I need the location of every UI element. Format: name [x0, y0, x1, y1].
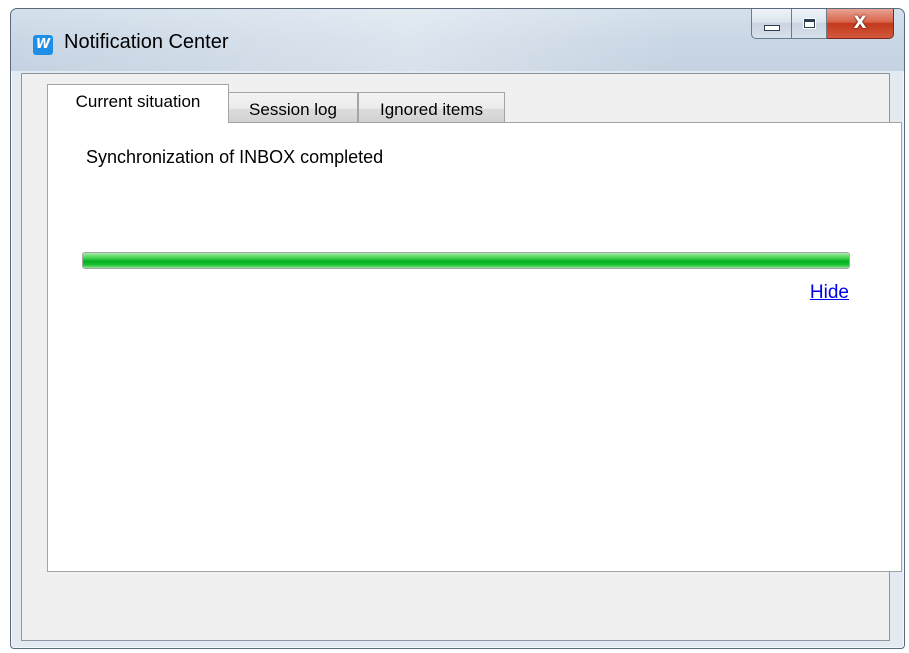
tab-session-log[interactable]: Session log [228, 92, 358, 124]
sync-progress-fill [83, 253, 849, 268]
window-title: Notification Center [64, 31, 229, 53]
current-situation-panel: Synchronization of INBOX completed Hide [47, 122, 902, 572]
app-w-icon: W [33, 35, 53, 55]
close-icon: X [853, 13, 867, 33]
title-bar[interactable]: W Notification Center X [11, 9, 904, 71]
maximize-button[interactable] [791, 9, 827, 39]
minimize-icon [763, 24, 780, 31]
tab-ignored-items[interactable]: Ignored items [358, 92, 505, 124]
sync-status-text: Synchronization of INBOX completed [86, 147, 384, 167]
maximize-icon [802, 18, 816, 29]
close-button[interactable]: X [827, 9, 894, 39]
minimize-button[interactable] [751, 9, 791, 39]
client-area: Current situation Session log Ignored it… [21, 73, 902, 641]
tab-current-situation[interactable]: Current situation [47, 84, 229, 123]
notification-center-window: W Notification Center X Current situatio… [10, 8, 905, 649]
hide-link[interactable]: Hide [810, 282, 849, 304]
caption-buttons: X [751, 9, 894, 39]
sync-progress-bar [82, 252, 850, 269]
